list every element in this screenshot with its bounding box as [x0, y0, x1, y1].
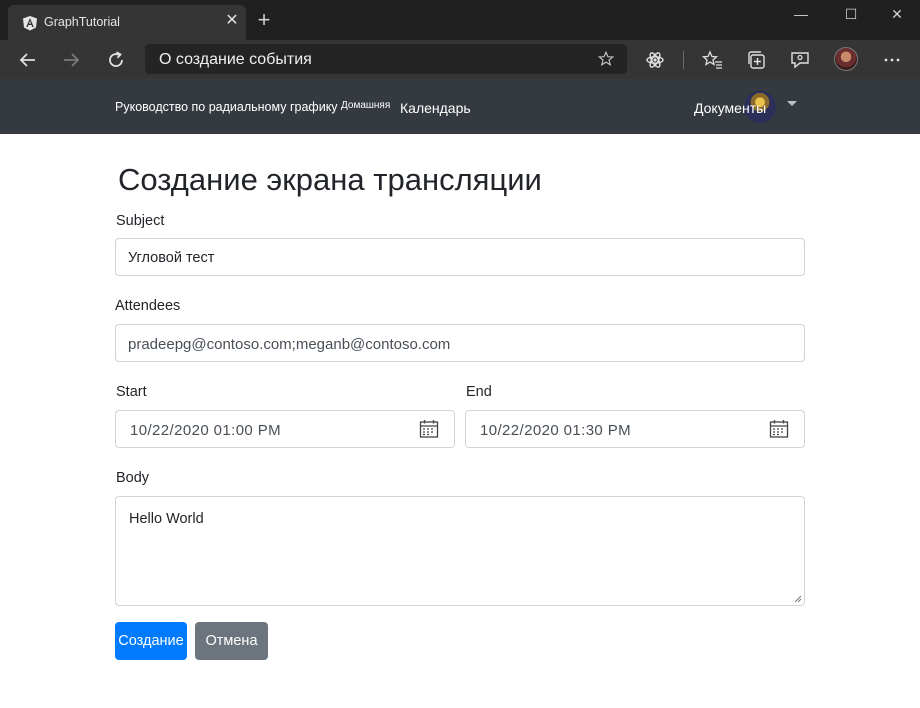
toolbar-separator	[683, 51, 684, 69]
attendees-label: Attendees	[115, 298, 181, 314]
subject-label: Subject	[116, 213, 165, 229]
back-icon[interactable]	[16, 48, 40, 72]
profile-avatar[interactable]	[834, 47, 858, 71]
attendees-value: pradeepg@contoso.com;meganb@contoso.com	[128, 336, 451, 353]
create-button[interactable]: Создание	[115, 622, 187, 660]
extension-icon[interactable]	[643, 48, 667, 72]
browser-titlebar: GraphTutorial ✕ + — ☐ ✕	[0, 0, 920, 40]
subject-input[interactable]: Угловой тест	[115, 238, 805, 276]
tab-close-icon[interactable]: ✕	[223, 12, 241, 30]
forward-icon[interactable]	[59, 48, 83, 72]
cancel-button[interactable]: Отмена	[195, 622, 268, 660]
start-value: 10/22/2020 01:00 PM	[130, 422, 282, 439]
body-textarea[interactable]: Hello World	[115, 496, 805, 606]
end-datetime-input[interactable]: 10/22/2020 01:30 PM	[465, 410, 805, 448]
maximize-button[interactable]: ☐	[828, 4, 874, 24]
body-value: Hello World	[129, 511, 204, 527]
resize-grip-icon[interactable]	[794, 595, 802, 603]
end-value: 10/22/2020 01:30 PM	[480, 422, 632, 439]
start-label: Start	[116, 384, 147, 400]
address-bar[interactable]: О создание события	[145, 44, 627, 74]
collections-icon[interactable]	[745, 48, 769, 72]
app-navbar: Руководство по радиальному графику Домаш…	[0, 79, 920, 134]
calendar-icon[interactable]	[769, 419, 789, 439]
page-title: Создание экрана трансляции	[118, 162, 542, 197]
browser-toolbar: О создание события	[0, 40, 920, 79]
end-label: End	[466, 384, 492, 400]
body-label: Body	[116, 470, 150, 486]
calendar-icon[interactable]	[419, 419, 439, 439]
minimize-button[interactable]: —	[778, 4, 824, 24]
favorites-icon[interactable]	[701, 48, 725, 72]
feedback-icon[interactable]	[788, 48, 812, 72]
start-datetime-input[interactable]: 10/22/2020 01:00 PM	[115, 410, 455, 448]
navbar-brand[interactable]: Руководство по радиальному графику	[115, 100, 338, 114]
new-tab-button[interactable]: +	[253, 9, 275, 31]
angular-icon	[23, 16, 37, 31]
chevron-down-icon[interactable]	[787, 101, 797, 106]
nav-link-home[interactable]: Домашняя	[341, 100, 390, 111]
attendees-input[interactable]: pradeepg@contoso.com;meganb@contoso.com	[115, 324, 805, 362]
address-text: О создание события	[159, 51, 312, 68]
tab-title: GraphTutorial	[44, 15, 120, 29]
nav-link-docs[interactable]: Документы	[694, 100, 766, 116]
subject-value: Угловой тест	[128, 250, 215, 266]
favorite-star-icon[interactable]	[597, 50, 615, 68]
refresh-icon[interactable]	[104, 48, 128, 72]
close-window-button[interactable]: ✕	[874, 4, 920, 24]
browser-tab[interactable]: GraphTutorial ✕	[8, 5, 246, 40]
more-icon[interactable]	[880, 48, 904, 72]
nav-link-calendar[interactable]: Календарь	[400, 100, 471, 116]
